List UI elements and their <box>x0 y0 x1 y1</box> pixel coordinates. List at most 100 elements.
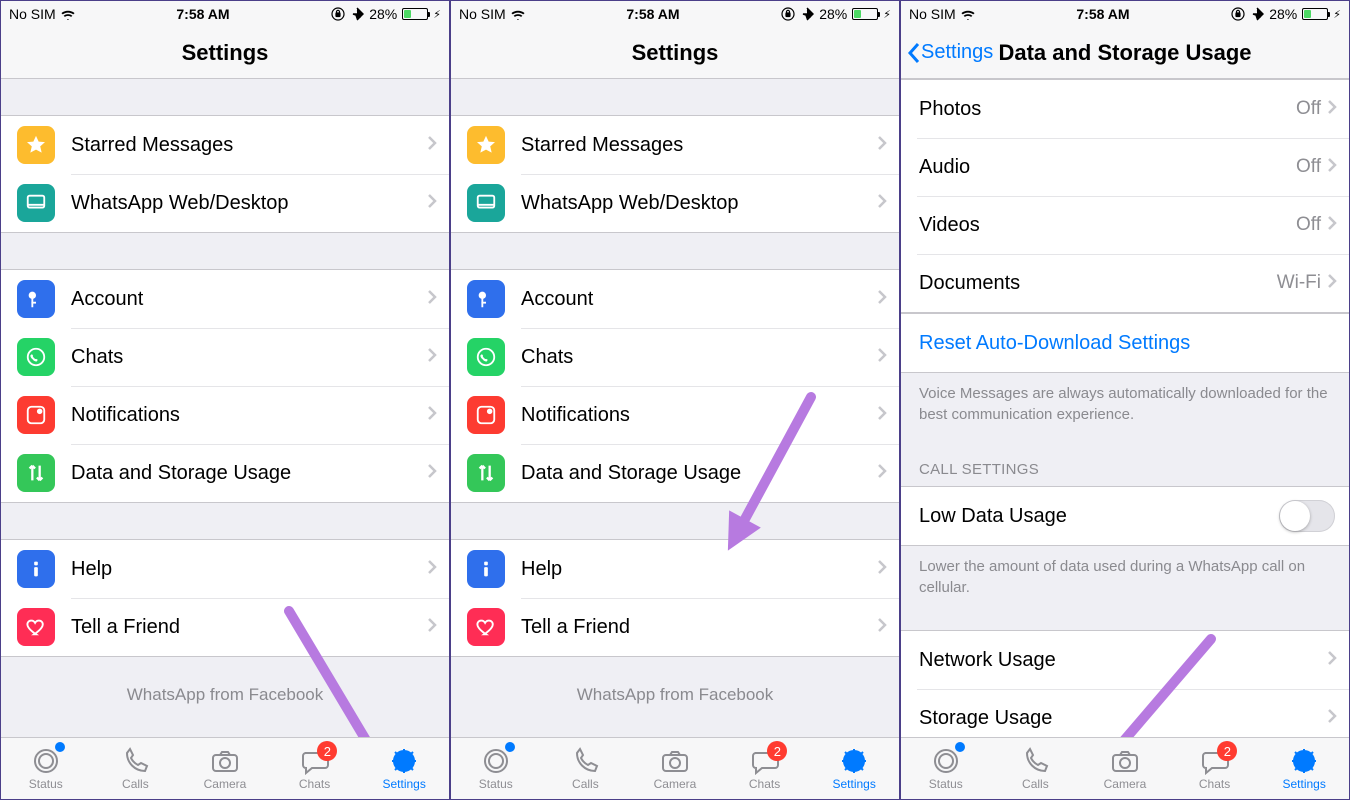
section-header: CALL SETTINGS <box>901 443 1349 486</box>
tab-label: Calls <box>572 777 599 791</box>
toggle-switch[interactable] <box>1279 500 1335 532</box>
row-tell-a-friend[interactable]: Tell a Friend <box>1 598 449 656</box>
wifi-icon <box>961 7 975 21</box>
row-data-and-storage-usage[interactable]: Data and Storage Usage <box>451 444 899 502</box>
settings-group: Network Usage Storage Usage <box>901 630 1349 737</box>
chevron-right-icon <box>1327 273 1337 294</box>
notification-dot <box>955 742 965 752</box>
row-starred-messages[interactable]: Starred Messages <box>451 116 899 174</box>
whatsapp-icon <box>17 338 55 376</box>
tab-settings[interactable]: Settings <box>809 738 899 799</box>
chevron-right-icon <box>877 617 887 638</box>
content-area[interactable]: Starred Messages WhatsApp Web/Desktop Ac… <box>1 79 449 737</box>
rotation-lock-icon <box>331 7 345 21</box>
row-account[interactable]: Account <box>1 270 449 328</box>
chevron-right-icon <box>877 289 887 310</box>
rotation-lock-icon <box>781 7 795 21</box>
heart-icon <box>17 608 55 646</box>
chevron-right-icon <box>427 135 437 156</box>
row-notifications[interactable]: Notifications <box>451 386 899 444</box>
tab-status[interactable]: Status <box>451 738 541 799</box>
row-label: Starred Messages <box>71 134 427 157</box>
row-starred-messages[interactable]: Starred Messages <box>1 116 449 174</box>
chevron-right-icon <box>877 347 887 368</box>
row-photos[interactable]: Photos Off <box>901 80 1349 138</box>
tab-label: Chats <box>1199 777 1230 791</box>
row-network-usage[interactable]: Network Usage <box>901 631 1349 689</box>
tab-chats[interactable]: 2 Chats <box>270 738 360 799</box>
tab-status[interactable]: Status <box>901 738 991 799</box>
badge: 2 <box>767 741 787 761</box>
row-label: Chats <box>521 346 877 369</box>
settings-group: Reset Auto-Download Settings <box>901 313 1349 373</box>
row-label: Reset Auto-Download Settings <box>919 332 1349 355</box>
tab-calls[interactable]: Calls <box>991 738 1081 799</box>
calls-icon <box>569 747 601 775</box>
settings-icon <box>388 747 420 775</box>
row-help[interactable]: Help <box>451 540 899 598</box>
section-footer: Voice Messages are always automatically … <box>901 373 1349 443</box>
row-audio[interactable]: Audio Off <box>901 138 1349 196</box>
row-whatsapp-web-desktop[interactable]: WhatsApp Web/Desktop <box>1 174 449 232</box>
chevron-right-icon <box>427 463 437 484</box>
tab-calls[interactable]: Calls <box>91 738 181 799</box>
tab-settings[interactable]: Settings <box>1259 738 1349 799</box>
row-data-and-storage-usage[interactable]: Data and Storage Usage <box>1 444 449 502</box>
desktop-icon <box>467 184 505 222</box>
tab-label: Camera <box>1104 777 1147 791</box>
tab-settings[interactable]: Settings <box>359 738 449 799</box>
chevron-right-icon <box>427 347 437 368</box>
status-bar: No SIM 7:58 AM 28% ⚡︎ <box>1 1 449 27</box>
row-whatsapp-web-desktop[interactable]: WhatsApp Web/Desktop <box>451 174 899 232</box>
row-chats[interactable]: Chats <box>451 328 899 386</box>
tab-chats[interactable]: 2 Chats <box>720 738 810 799</box>
tab-chats[interactable]: 2 Chats <box>1170 738 1260 799</box>
row-label: Account <box>71 288 427 311</box>
tab-status[interactable]: Status <box>1 738 91 799</box>
settings-group: Photos Off Audio Off Videos Off Document… <box>901 79 1349 313</box>
row-account[interactable]: Account <box>451 270 899 328</box>
row-label: Photos <box>919 98 1296 121</box>
row-tell-a-friend[interactable]: Tell a Friend <box>451 598 899 656</box>
section-gap <box>1 233 449 269</box>
row-label: Notifications <box>521 404 877 427</box>
row-label: Notifications <box>71 404 427 427</box>
settings-group: Help Tell a Friend <box>451 539 899 657</box>
row-label: Videos <box>919 214 1296 237</box>
settings-group: Account Chats Notifications Data and Sto… <box>1 269 449 503</box>
chevron-right-icon <box>1327 708 1337 729</box>
row-help[interactable]: Help <box>1 540 449 598</box>
rotation-lock-icon <box>1231 7 1245 21</box>
tab-camera[interactable]: Camera <box>180 738 270 799</box>
settings-icon <box>838 747 870 775</box>
row-documents[interactable]: Documents Wi-Fi <box>901 254 1349 312</box>
row-videos[interactable]: Videos Off <box>901 196 1349 254</box>
row-value: Off <box>1296 98 1321 120</box>
tab-bar: Status Calls Camera 2 Chats Settings <box>1 737 449 799</box>
tab-camera[interactable]: Camera <box>630 738 720 799</box>
row-notifications[interactable]: Notifications <box>1 386 449 444</box>
settings-group: Starred Messages WhatsApp Web/Desktop <box>451 115 899 233</box>
row-reset-auto-download-settings[interactable]: Reset Auto-Download Settings <box>901 314 1349 372</box>
row-low-data-usage[interactable]: Low Data Usage <box>901 487 1349 545</box>
chevron-right-icon <box>427 405 437 426</box>
row-value: Off <box>1296 214 1321 236</box>
notification-dot <box>505 742 515 752</box>
wifi-icon <box>61 7 75 21</box>
location-icon <box>800 7 814 21</box>
row-label: Data and Storage Usage <box>71 462 427 485</box>
content-area[interactable]: Starred Messages WhatsApp Web/Desktop Ac… <box>451 79 899 737</box>
chevron-right-icon <box>877 193 887 214</box>
row-label: WhatsApp Web/Desktop <box>71 192 427 215</box>
row-label: Help <box>71 558 427 581</box>
chevron-right-icon <box>427 193 437 214</box>
chevron-right-icon <box>1327 215 1337 236</box>
tab-calls[interactable]: Calls <box>541 738 631 799</box>
back-button[interactable]: Settings <box>907 41 993 64</box>
content-area[interactable]: Photos Off Audio Off Videos Off Document… <box>901 79 1349 737</box>
chevron-right-icon <box>427 559 437 580</box>
tab-camera[interactable]: Camera <box>1080 738 1170 799</box>
section-gap <box>901 616 1349 630</box>
row-chats[interactable]: Chats <box>1 328 449 386</box>
row-storage-usage[interactable]: Storage Usage <box>901 689 1349 737</box>
